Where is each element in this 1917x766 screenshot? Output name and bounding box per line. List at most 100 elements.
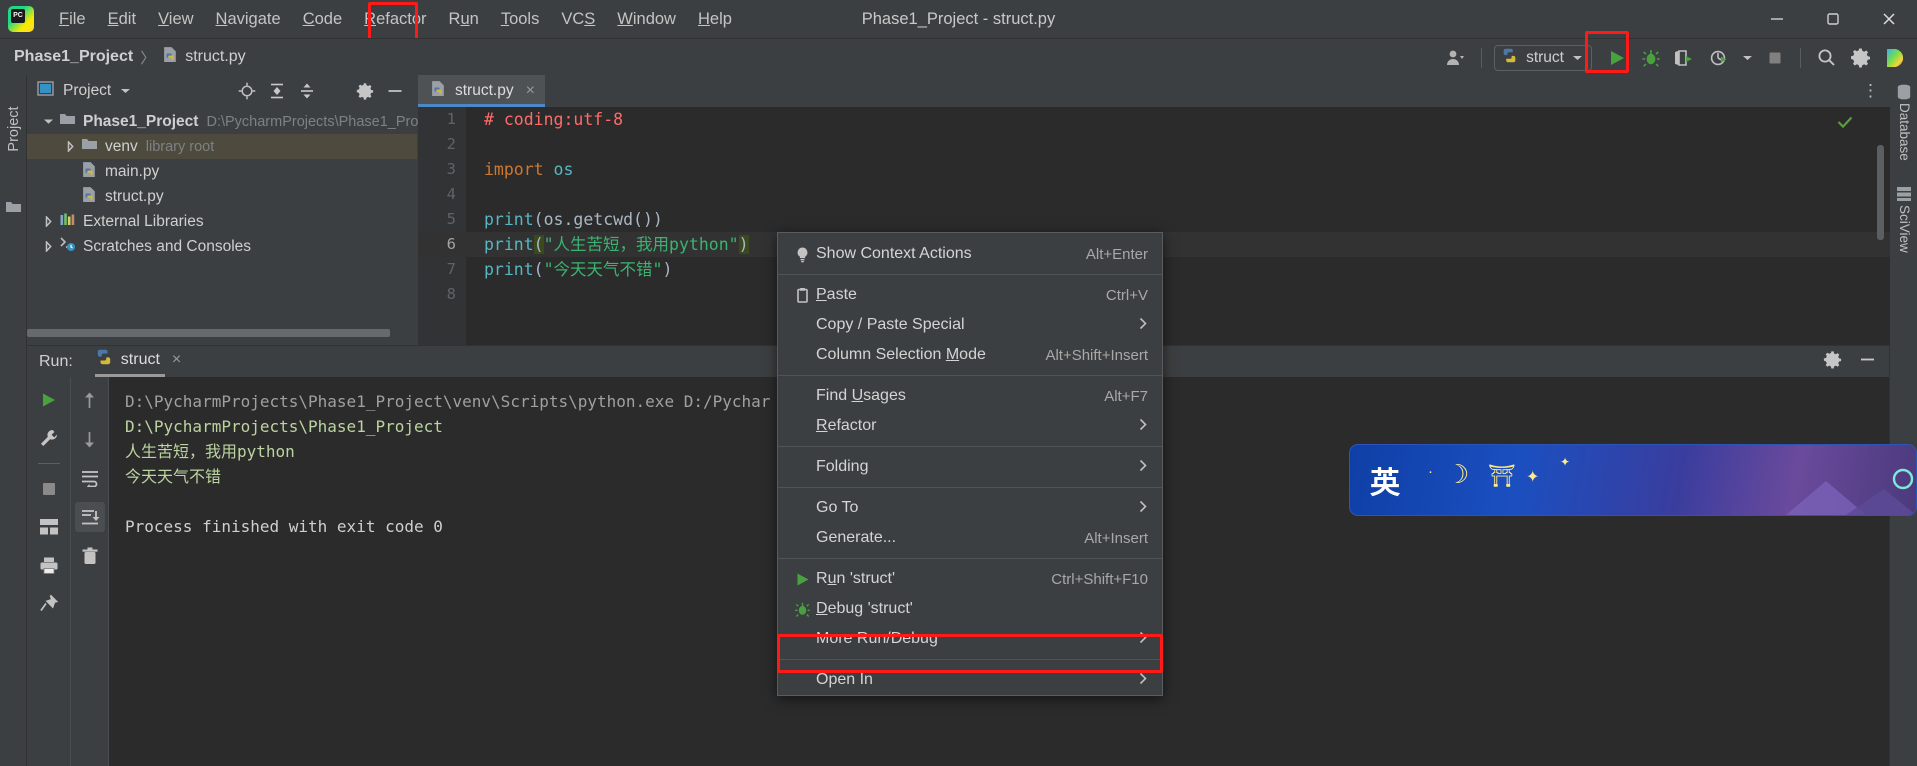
tree-row-main-py[interactable]: main.py [27, 159, 417, 184]
minimize-button[interactable] [1749, 0, 1805, 38]
expand-all-icon[interactable] [263, 78, 291, 104]
context-menu-item-generate[interactable]: Generate... Alt+Insert [778, 523, 1162, 553]
code-line: print(os.getcwd()) [466, 207, 1890, 232]
context-menu-item-find-usages[interactable]: Find Usages Alt+F7 [778, 381, 1162, 411]
code-token: ()) [633, 210, 663, 229]
twisty-open-icon[interactable] [37, 117, 59, 126]
twisty-closed-icon[interactable] [59, 141, 81, 152]
tab-struct-py[interactable]: struct.py × [418, 75, 545, 107]
rerun-icon[interactable] [34, 385, 64, 415]
menu-item-edit[interactable]: Edit [97, 4, 147, 34]
menu-item-shortcut: Alt+Insert [1084, 529, 1148, 547]
hide-icon[interactable] [381, 78, 409, 104]
maximize-button[interactable] [1805, 0, 1861, 38]
breadcrumb-separator: 〉 [140, 49, 156, 67]
pycharm-logo-icon [8, 6, 34, 32]
chevron-down-icon[interactable] [1736, 43, 1758, 73]
trash-icon[interactable] [75, 541, 105, 571]
context-menu-item-copy-paste-special[interactable]: Copy / Paste Special [778, 310, 1162, 340]
folder-icon[interactable] [5, 200, 22, 219]
code-token: . [563, 210, 574, 229]
editor-tab-filler: ⋮ [544, 75, 1890, 107]
kebab-menu-icon[interactable]: ⋮ [1862, 81, 1880, 101]
context-menu-item-show-context-actions[interactable]: Show Context Actions Alt+Enter [778, 239, 1162, 269]
sidebar-item-database[interactable]: Database [1897, 103, 1912, 161]
run-panel-toolbar-left [27, 377, 71, 766]
project-tree: Phase1_Project D:\PycharmProjects\Phase1… [27, 107, 418, 259]
code-text[interactable]: # coding:utf-8 import os print(os.getcwd… [466, 107, 1890, 345]
soft-wrap-icon[interactable] [75, 463, 105, 493]
down-icon[interactable] [75, 424, 105, 454]
context-menu-item-column-selection-mode[interactable]: Column Selection Mode Alt+Shift+Insert [778, 340, 1162, 370]
sidebar-item-project[interactable]: Project [6, 97, 22, 161]
menu-item-view[interactable]: View [147, 4, 204, 34]
close-icon[interactable]: × [526, 82, 535, 100]
context-menu-item-open-in[interactable]: Open In [778, 665, 1162, 695]
sidebar-item-sciview[interactable]: SciView [1897, 205, 1912, 253]
tree-row-struct-py[interactable]: struct.py [27, 184, 417, 209]
menu-item-window[interactable]: Window [606, 4, 687, 34]
line-number: 6 [418, 232, 466, 257]
close-icon[interactable]: × [172, 351, 181, 369]
settings-icon[interactable] [1823, 350, 1842, 374]
context-menu-item-go-to[interactable]: Go To [778, 493, 1162, 523]
editor-context-menu[interactable]: Show Context Actions Alt+Enter Paste Ctrl+V… [777, 232, 1163, 696]
main-toolbar: struct [1439, 39, 1917, 76]
up-icon[interactable] [75, 385, 105, 415]
profile-button[interactable] [1702, 43, 1736, 73]
stop-button[interactable] [1758, 43, 1792, 73]
context-menu-item-run-struct[interactable]: Run 'struct' Ctrl+Shift+F10 [778, 564, 1162, 594]
tree-label: struct.py [105, 187, 164, 205]
tree-row-project[interactable]: Phase1_Project D:\PycharmProjects\Phase1… [27, 109, 418, 134]
menu-item-tools[interactable]: Tools [490, 4, 551, 34]
debug-button[interactable] [1634, 43, 1668, 73]
coverage-button[interactable] [1668, 43, 1702, 73]
layout-icon[interactable] [34, 512, 64, 542]
print-icon[interactable] [34, 550, 64, 580]
search-icon[interactable] [1809, 43, 1843, 73]
wrench-icon[interactable] [34, 423, 64, 453]
scroll-to-end-icon[interactable] [74, 502, 105, 532]
run-button[interactable] [1600, 43, 1634, 73]
menu-item-navigate[interactable]: Navigate [205, 4, 292, 34]
tree-row-venv[interactable]: venv library root [27, 134, 417, 159]
ime-floating-widget[interactable]: 英 · ☽ ⛩ ✦ ✦ [1349, 444, 1917, 516]
tree-row-external-libraries[interactable]: External Libraries [27, 209, 417, 234]
menu-item-code[interactable]: Code [292, 4, 353, 34]
context-menu-item-paste[interactable]: Paste Ctrl+V [778, 280, 1162, 310]
run-tab-struct[interactable]: struct × [94, 348, 181, 377]
close-button[interactable] [1861, 0, 1917, 38]
stop-icon[interactable] [34, 474, 64, 504]
twisty-closed-icon[interactable] [37, 241, 59, 252]
breadcrumb-project[interactable]: Phase1_Project [14, 48, 133, 66]
context-menu-item-more-run-debug[interactable]: More Run/Debug [778, 624, 1162, 654]
project-horizontal-scrollbar[interactable] [27, 329, 390, 337]
menu-item-vcs[interactable]: VCS [550, 4, 606, 34]
settings-icon[interactable] [351, 78, 379, 104]
menu-item-file[interactable]: File [48, 4, 97, 34]
twisty-closed-icon[interactable] [37, 216, 59, 227]
run-icon [788, 571, 816, 588]
context-menu-item-debug-struct[interactable]: Debug 'struct' [778, 594, 1162, 624]
editor-scrollbar[interactable] [1877, 145, 1884, 240]
settings-icon[interactable] [1843, 43, 1877, 73]
tree-row-scratches[interactable]: Scratches and Consoles [27, 234, 417, 259]
menu-item-help[interactable]: Help [687, 4, 743, 34]
menu-item-run[interactable]: Run [438, 4, 490, 34]
breadcrumb-file[interactable]: struct.py [162, 46, 246, 68]
locate-icon[interactable] [233, 78, 261, 104]
debug-icon [788, 601, 816, 618]
context-menu-item-folding[interactable]: Folding [778, 452, 1162, 482]
hide-icon[interactable] [1858, 350, 1877, 374]
ide-assistant-icon[interactable] [1877, 43, 1911, 73]
code-token: ) [738, 235, 749, 254]
run-configuration-selector[interactable]: struct [1494, 44, 1592, 71]
context-menu-item-refactor[interactable]: Refactor [778, 411, 1162, 441]
code-token: print [484, 260, 534, 279]
chevron-down-icon[interactable] [120, 82, 131, 100]
user-icon[interactable] [1439, 43, 1473, 73]
pin-icon[interactable] [34, 588, 64, 618]
menu-item-refactor[interactable]: Refactor [353, 4, 437, 34]
collapse-all-icon[interactable] [293, 78, 321, 104]
